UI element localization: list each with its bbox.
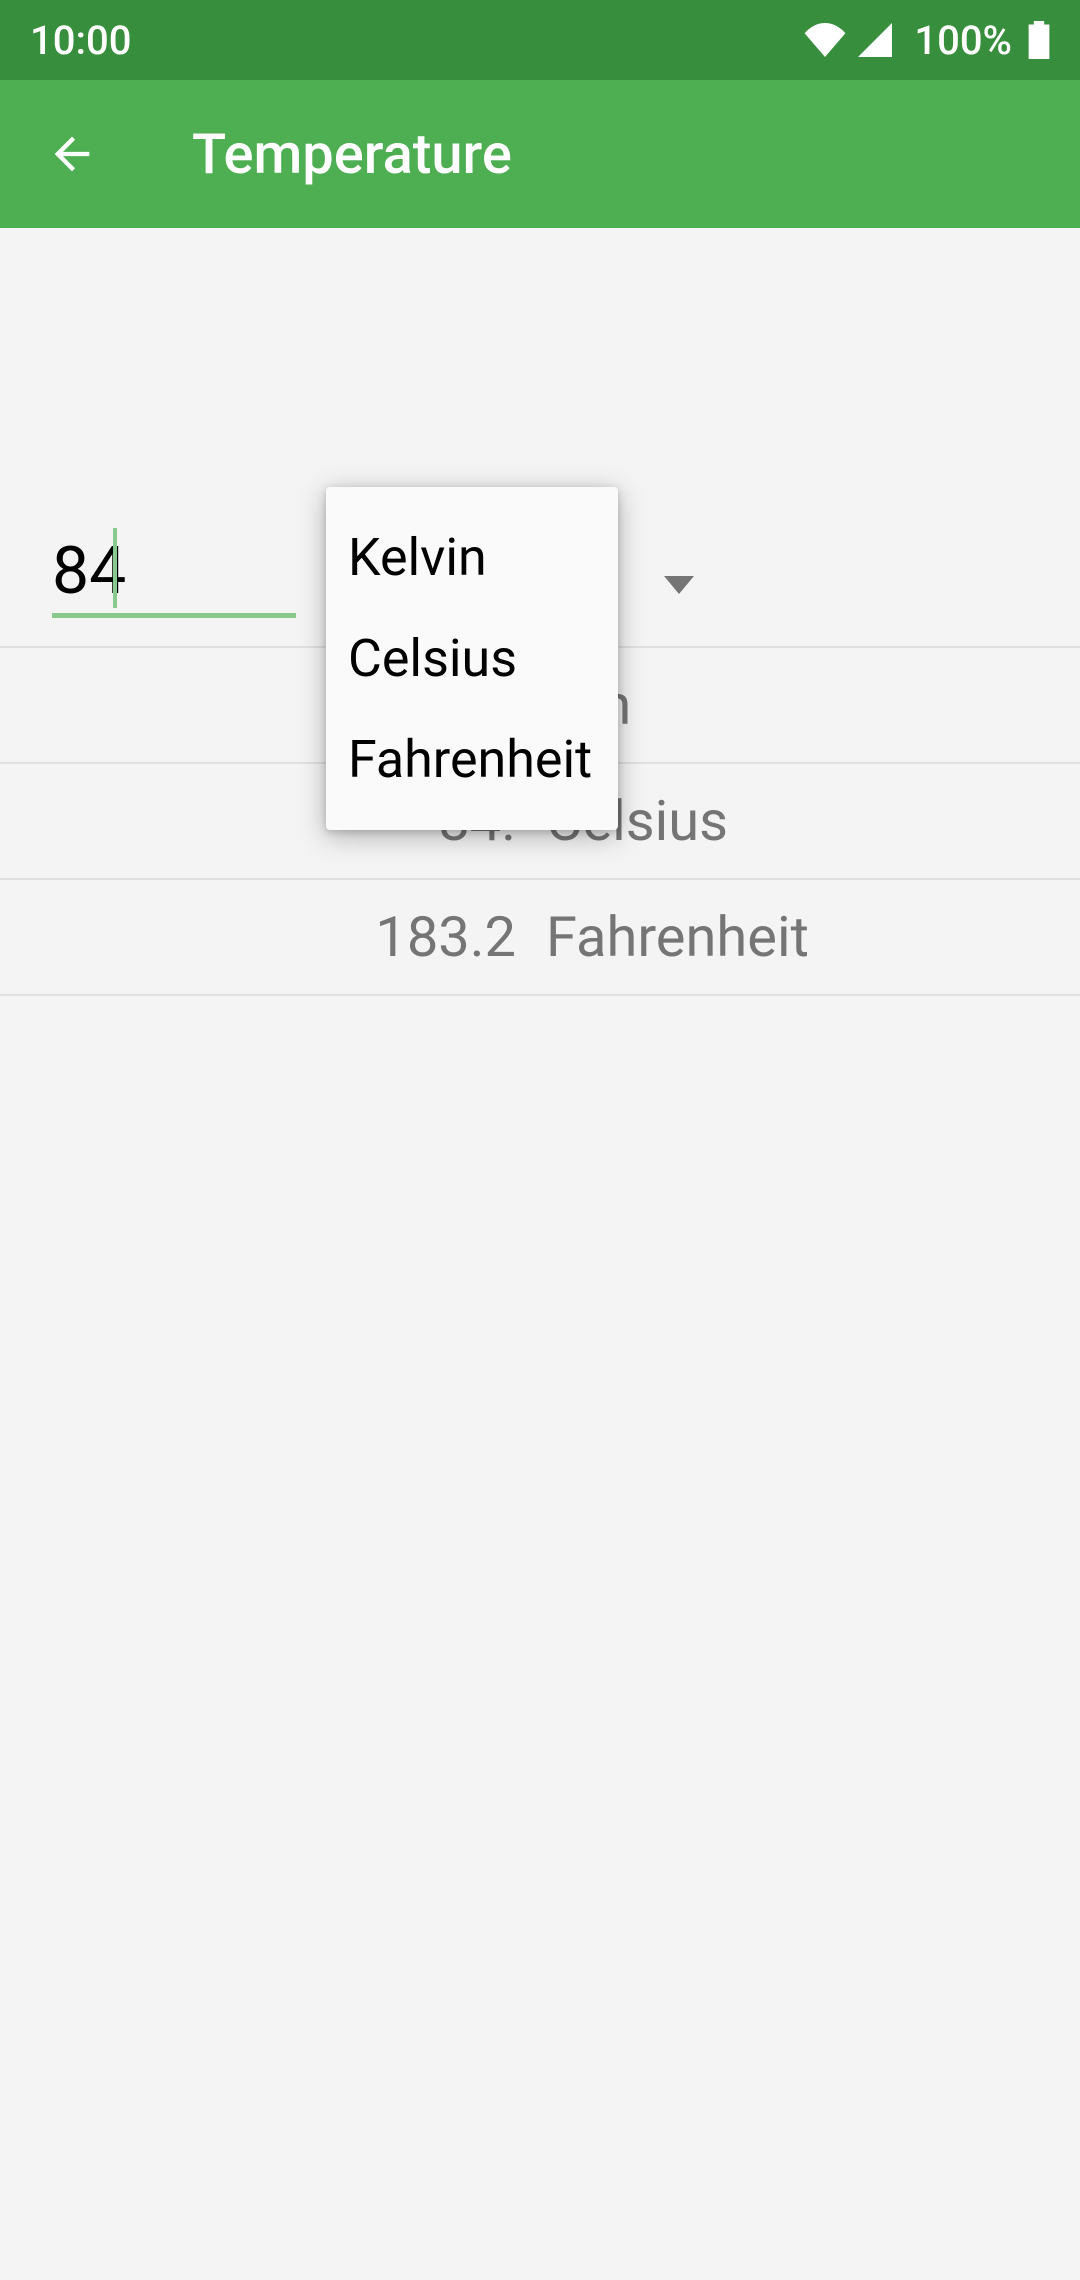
- result-value: 183.2: [0, 904, 540, 970]
- dropdown-option-fahrenheit[interactable]: Fahrenheit: [326, 709, 618, 810]
- status-time: 10:00: [30, 17, 131, 64]
- signal-icon: [856, 23, 894, 57]
- content: 84 lvin 84. Celsius 183.2 Fahrenheit Kel…: [0, 228, 1080, 996]
- unit-dropdown[interactable]: Kelvin Celsius Fahrenheit: [326, 487, 618, 830]
- status-bar: 10:00 100%: [0, 0, 1080, 80]
- battery-percent: 100%: [914, 17, 1012, 64]
- wifi-icon: [804, 23, 846, 57]
- dropdown-option-celsius[interactable]: Celsius: [326, 608, 618, 709]
- app-bar: Temperature: [0, 80, 1080, 228]
- text-cursor: [113, 528, 117, 608]
- arrow-left-icon: [46, 128, 98, 180]
- input-underline: [52, 613, 296, 618]
- dropdown-caret-icon[interactable]: [664, 576, 694, 594]
- battery-icon: [1028, 21, 1050, 59]
- status-icons: 100%: [804, 17, 1050, 64]
- result-row-fahrenheit: 183.2 Fahrenheit: [0, 880, 1080, 996]
- result-unit: Fahrenheit: [540, 904, 809, 970]
- page-title: Temperature: [192, 121, 512, 187]
- dropdown-option-kelvin[interactable]: Kelvin: [326, 507, 618, 608]
- back-button[interactable]: [42, 124, 102, 184]
